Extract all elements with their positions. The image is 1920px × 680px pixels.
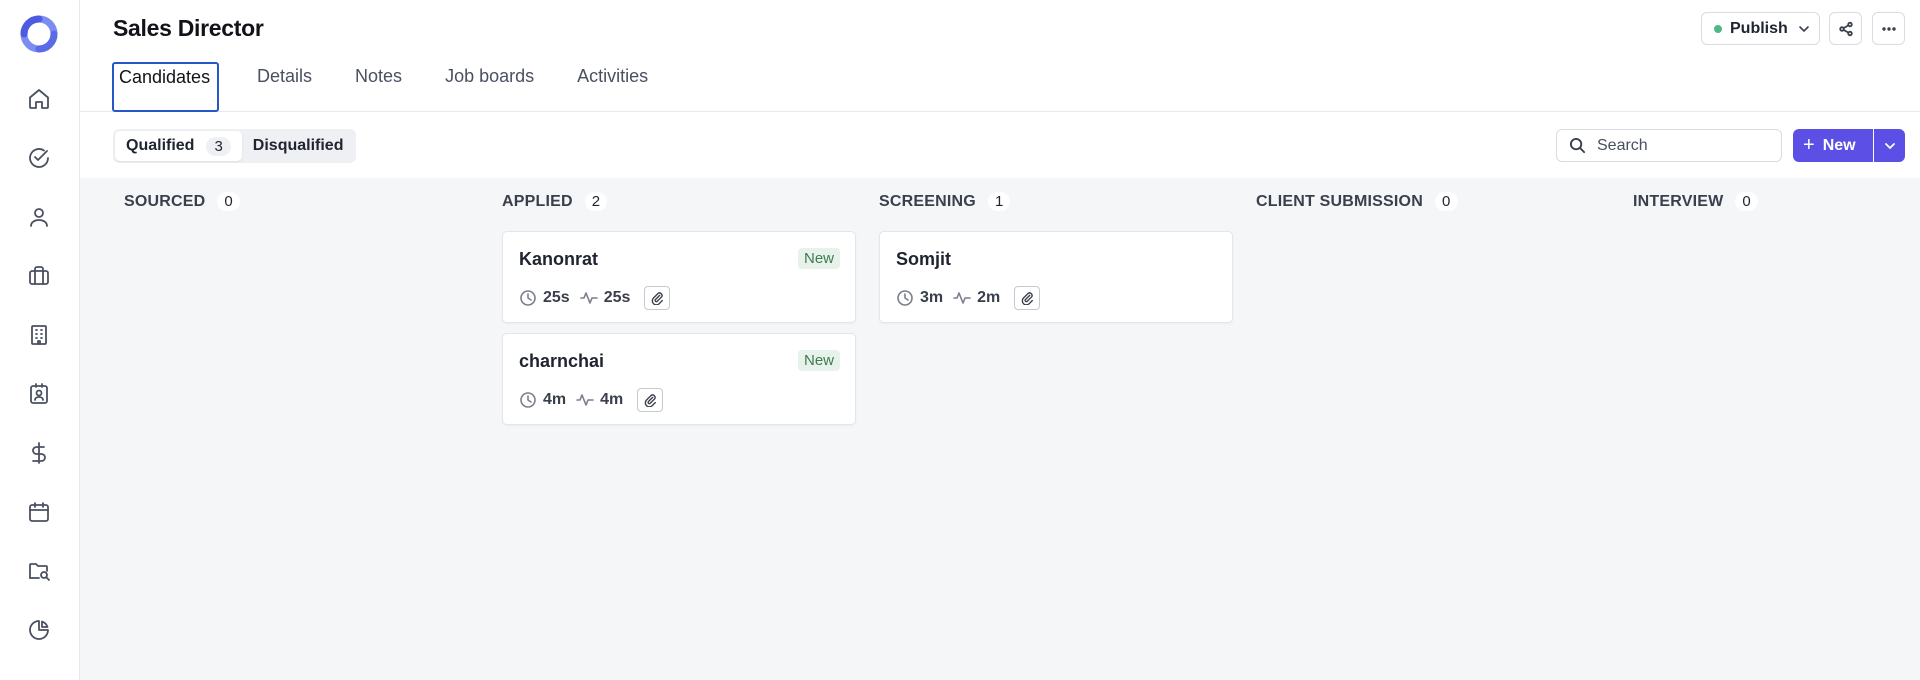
last-activity: 25s: [603, 289, 631, 306]
home-icon[interactable]: [24, 84, 54, 114]
column-count: 2: [584, 192, 608, 211]
page-header: Sales Director Candidates Details Notes …: [80, 0, 1920, 112]
column-count: 0: [1735, 192, 1758, 211]
kanban-board: SOURCED 0 APPLIED 2 Kanonrat New 25s 25s…: [80, 178, 1920, 680]
candidate-name: Kanonrat: [519, 249, 599, 269]
time-in-stage: 25s: [543, 289, 570, 306]
new-options-button[interactable]: [1874, 129, 1905, 162]
candidate-card[interactable]: charnchai New 4m 4m: [502, 333, 856, 425]
last-activity: 4m: [600, 391, 624, 408]
new-label: New: [1822, 136, 1856, 154]
share-button[interactable]: [1829, 12, 1862, 45]
time-in-stage: 4m: [543, 391, 567, 408]
card-meta: 3m 2m: [896, 286, 1041, 310]
candidate-card[interactable]: Kanonrat New 25s 25s: [502, 231, 856, 323]
paperclip-icon: [1021, 292, 1034, 305]
last-activity: 2m: [977, 289, 1001, 306]
pie-chart-icon[interactable]: [24, 615, 54, 645]
more-options-button[interactable]: [1872, 12, 1905, 45]
activity-icon: [579, 292, 598, 304]
status-dot-icon: [1714, 24, 1722, 33]
column-header: SOURCED 0: [124, 192, 240, 211]
briefcase-icon[interactable]: [24, 261, 54, 291]
tab-details[interactable]: Details: [251, 62, 318, 112]
chevron-down-icon: [1884, 142, 1895, 149]
chevron-down-icon: [1798, 25, 1809, 32]
column-title: SOURCED: [124, 192, 206, 210]
candidate-card[interactable]: Somjit 3m 2m: [879, 231, 1233, 323]
search-icon: [1569, 137, 1586, 154]
search-input[interactable]: [1597, 136, 1767, 155]
qualification-toggle: Qualified 3 Disqualified: [113, 129, 357, 163]
tab-notes[interactable]: Notes: [349, 62, 408, 112]
page-title: Sales Director: [113, 15, 264, 41]
column-title: APPLIED: [502, 192, 573, 210]
filter-bar: Qualified 3 Disqualified + New: [80, 112, 1920, 178]
column-header: CLIENT SUBMISSION 0: [1256, 192, 1458, 211]
column-count: 0: [1434, 192, 1458, 211]
tab-candidates[interactable]: Candidates: [112, 62, 219, 112]
paperclip-icon: [644, 394, 657, 407]
activity-icon: [576, 394, 594, 406]
column-count: 1: [987, 192, 1011, 211]
folder-search-icon[interactable]: [24, 556, 54, 586]
building-icon[interactable]: [24, 320, 54, 350]
qualified-count: 3: [206, 136, 231, 156]
app-logo-icon[interactable]: [16, 12, 62, 56]
candidate-name: charnchai: [519, 351, 605, 371]
contact-badge-icon[interactable]: [24, 379, 54, 409]
search-box[interactable]: [1556, 129, 1782, 162]
activity-icon: [953, 292, 971, 304]
clock-icon: [520, 290, 536, 306]
dollar-icon[interactable]: [24, 438, 54, 468]
column-header: INTERVIEW 0: [1633, 192, 1758, 211]
sidebar: [0, 0, 80, 680]
column-count: 0: [217, 192, 240, 211]
attachment-button[interactable]: [644, 286, 671, 310]
qualified-label: Qualified: [126, 137, 195, 154]
more-icon: [1881, 26, 1896, 31]
column-title: SCREENING: [879, 192, 976, 210]
publish-label: Publish: [1730, 19, 1788, 37]
check-circle-icon[interactable]: [24, 143, 54, 173]
status-badge: New: [797, 248, 840, 269]
card-meta: 25s 25s: [519, 286, 671, 310]
new-candidate-button[interactable]: + New: [1793, 129, 1873, 162]
user-icon[interactable]: [24, 202, 54, 232]
column-header: SCREENING 1: [879, 192, 1011, 211]
clock-icon: [520, 392, 536, 408]
calendar-icon[interactable]: [24, 497, 54, 527]
card-meta: 4m 4m: [519, 388, 664, 412]
paperclip-icon: [652, 292, 664, 305]
share-icon: [1838, 21, 1853, 36]
tab-activities[interactable]: Activities: [571, 62, 654, 112]
status-badge: New: [797, 350, 840, 371]
plus-icon: +: [1803, 134, 1815, 156]
time-in-stage: 3m: [920, 289, 944, 306]
publish-button[interactable]: Publish: [1701, 12, 1820, 45]
clock-icon: [897, 290, 913, 306]
candidate-name: Somjit: [896, 249, 952, 269]
tab-job-boards[interactable]: Job boards: [439, 62, 540, 112]
attachment-button[interactable]: [637, 388, 664, 412]
column-header: APPLIED 2: [502, 192, 608, 211]
tab-bar: Candidates Details Notes Job boards Acti…: [112, 62, 685, 112]
column-title: INTERVIEW: [1633, 192, 1724, 210]
disqualified-option[interactable]: Disqualified: [242, 131, 355, 161]
attachment-button[interactable]: [1014, 286, 1041, 310]
column-title: CLIENT SUBMISSION: [1256, 192, 1423, 210]
qualified-option[interactable]: Qualified 3: [115, 131, 242, 161]
